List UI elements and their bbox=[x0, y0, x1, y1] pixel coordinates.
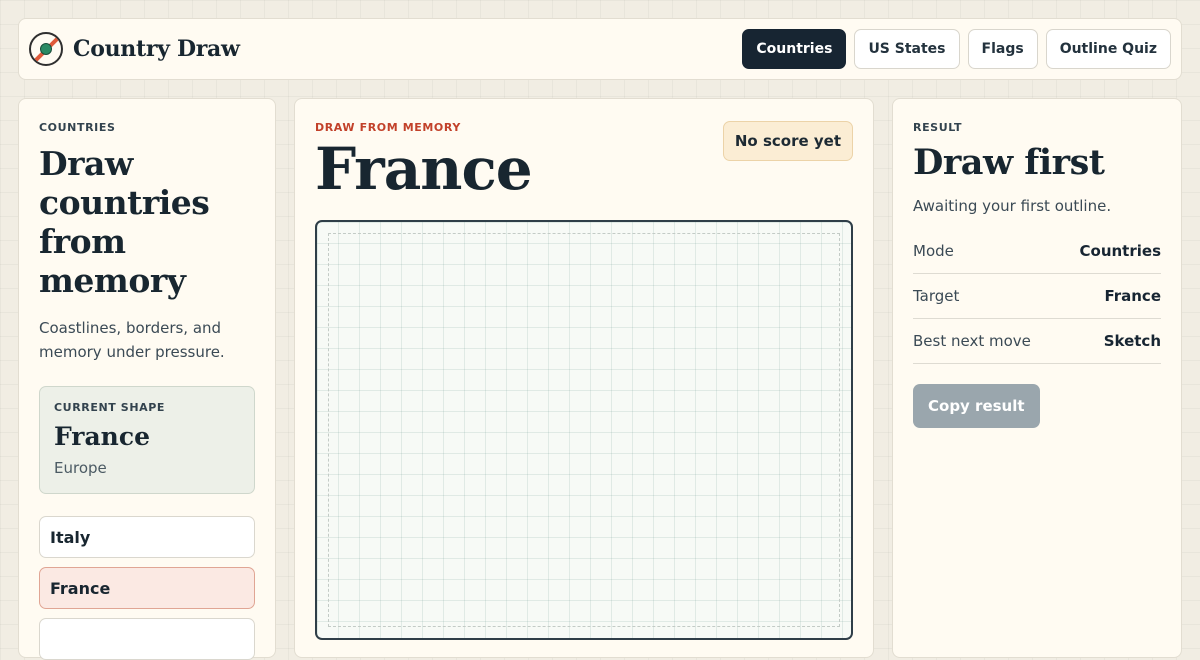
stat-label: Target bbox=[913, 287, 960, 305]
stat-label: Mode bbox=[913, 242, 954, 260]
stat-label: Best next move bbox=[913, 332, 1031, 350]
stat-value: Countries bbox=[1079, 242, 1161, 260]
app-header: Country Draw Countries US States Flags O… bbox=[18, 18, 1182, 80]
nav-us-states-button[interactable]: US States bbox=[854, 29, 960, 69]
sidebar-title: Draw countries from memory bbox=[39, 144, 210, 300]
current-shape-card: CURRENT SHAPE France Europe bbox=[39, 386, 255, 494]
current-shape-name: France bbox=[54, 422, 150, 451]
country-list: Italy France bbox=[39, 516, 255, 660]
result-stats: Mode Countries Target France Best next m… bbox=[913, 229, 1161, 364]
current-shape-label: CURRENT SHAPE bbox=[54, 401, 166, 414]
country-item[interactable] bbox=[39, 618, 255, 660]
draw-eyebrow: DRAW FROM MEMORY bbox=[315, 121, 461, 134]
result-panel: RESULT Draw first Awaiting your first ou… bbox=[892, 98, 1182, 658]
drawing-canvas[interactable] bbox=[315, 220, 853, 640]
stat-value: Sketch bbox=[1103, 332, 1161, 350]
brand-name: Country Draw bbox=[73, 36, 240, 62]
copy-result-button[interactable]: Copy result bbox=[913, 384, 1040, 428]
stat-row-mode: Mode Countries bbox=[913, 229, 1161, 274]
compass-icon bbox=[29, 32, 63, 66]
stat-row-best-next-move: Best next move Sketch bbox=[913, 319, 1161, 364]
canvas-guide bbox=[328, 233, 840, 627]
mode-nav: Countries US States Flags Outline Quiz bbox=[742, 29, 1171, 69]
nav-outline-quiz-button[interactable]: Outline Quiz bbox=[1045, 29, 1171, 69]
sidebar-eyebrow: COUNTRIES bbox=[39, 121, 116, 134]
target-name: France bbox=[315, 135, 533, 203]
country-item-france[interactable]: France bbox=[39, 567, 255, 609]
sidebar-description: Coastlines, borders, and memory under pr… bbox=[39, 319, 225, 361]
sidebar-panel: COUNTRIES Draw countries from memory Coa… bbox=[18, 98, 276, 660]
result-title: Draw first bbox=[913, 142, 1105, 183]
country-item-italy[interactable]: Italy bbox=[39, 516, 255, 558]
brand[interactable]: Country Draw bbox=[29, 32, 240, 66]
drawing-panel: DRAW FROM MEMORY France No score yet bbox=[294, 98, 874, 658]
nav-countries-button[interactable]: Countries bbox=[742, 29, 847, 69]
result-eyebrow: RESULT bbox=[913, 121, 963, 134]
stat-value: France bbox=[1104, 287, 1161, 305]
stat-row-target: Target France bbox=[913, 274, 1161, 319]
current-shape-region: Europe bbox=[54, 459, 107, 477]
score-badge: No score yet bbox=[722, 121, 853, 161]
result-description: Awaiting your first outline. bbox=[913, 197, 1112, 215]
nav-flags-button[interactable]: Flags bbox=[967, 29, 1038, 69]
